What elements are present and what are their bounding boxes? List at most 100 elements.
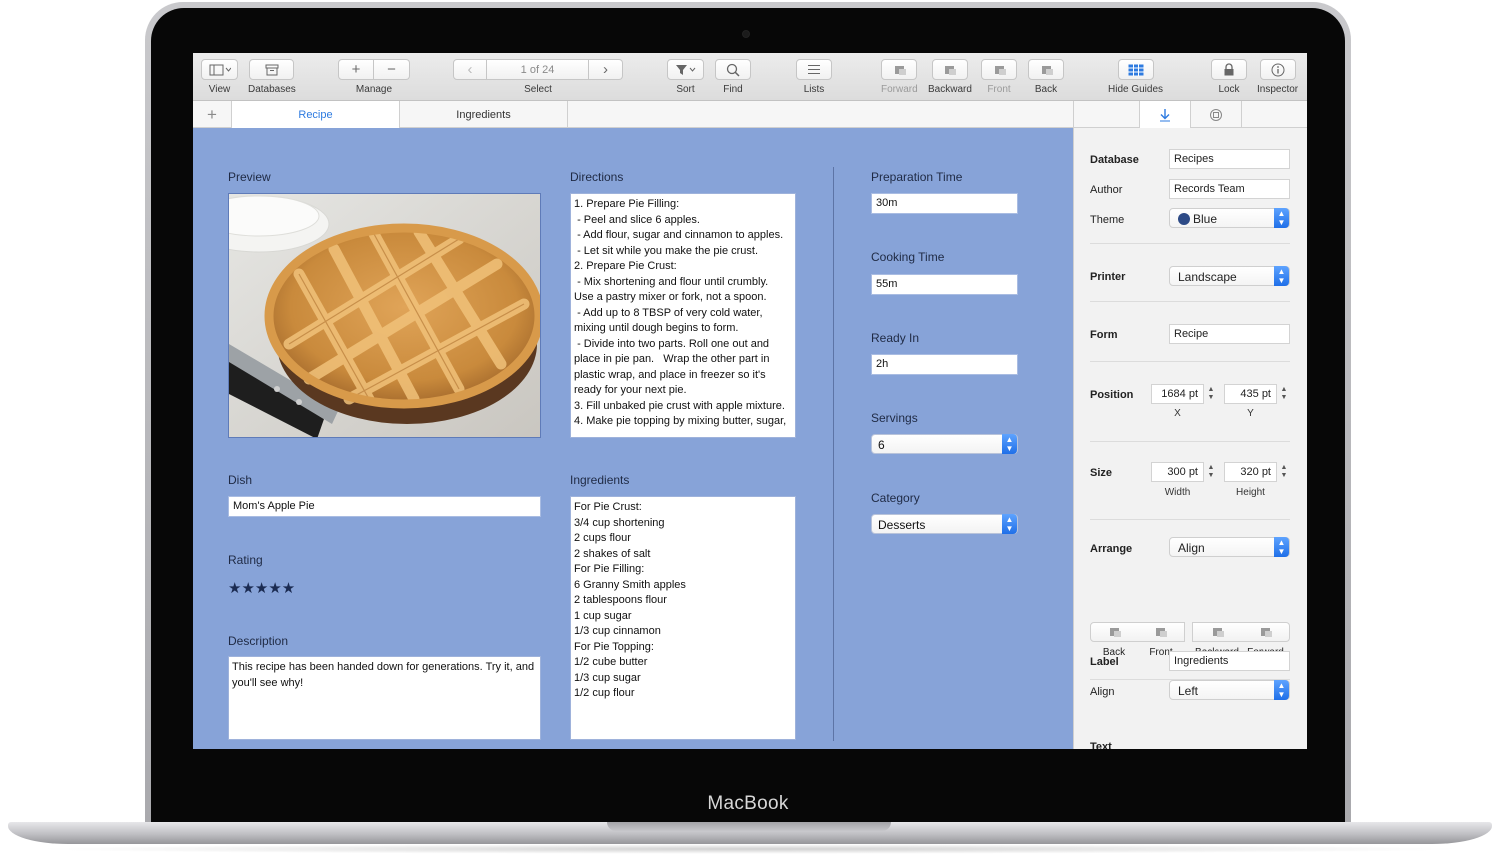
add-record-button[interactable]: + (338, 59, 374, 80)
lock-control[interactable]: Lock (1211, 59, 1247, 95)
cooking-time-field[interactable]: 55m (871, 274, 1018, 295)
position-x-stepper[interactable]: ▲ ▼ (1206, 384, 1216, 404)
database-field[interactable]: Recipes (1169, 149, 1290, 169)
find-button[interactable] (715, 59, 751, 80)
ready-in-field[interactable]: 2h (871, 354, 1018, 375)
lists-control[interactable]: Lists (796, 59, 832, 95)
separator (1090, 301, 1290, 302)
bring-forward-icon (894, 65, 906, 75)
theme-color-swatch (1178, 213, 1190, 225)
preview-label: Preview (228, 170, 271, 184)
device-brand: MacBook (707, 793, 789, 814)
databases-control[interactable]: Databases (248, 59, 296, 95)
theme-label: Theme (1090, 214, 1125, 226)
align-select[interactable]: Left ▲ ▼ (1169, 680, 1290, 700)
arrange-dropdown-icon: ▲ ▼ (1274, 537, 1289, 557)
rating-stars[interactable]: ★★★★★ (228, 579, 295, 597)
inspector-tabs (1074, 101, 1307, 128)
form-label: Form (1090, 329, 1118, 341)
bring-to-front-icon (1156, 628, 1167, 637)
prep-time-label: Preparation Time (871, 170, 963, 184)
separator (1090, 441, 1290, 442)
laptop-shadow (30, 844, 1470, 854)
add-tab-button[interactable]: + (193, 101, 232, 128)
tab-recipe[interactable]: Recipe (232, 101, 400, 128)
height-field[interactable]: 320 pt (1224, 462, 1277, 482)
view-control[interactable]: View (201, 59, 238, 95)
tab-extra[interactable] (1241, 101, 1292, 128)
category-value: Desserts (878, 518, 926, 532)
position-y-field[interactable]: 435 pt (1224, 384, 1277, 404)
app-window: View Databases + − Manage ‹ 1 of 24 › Se… (193, 53, 1307, 749)
lock-icon (1224, 63, 1234, 76)
separator (1090, 243, 1290, 244)
printer-value: Landscape (1178, 270, 1237, 284)
forward-label: Forward (881, 84, 918, 95)
prep-time-field[interactable]: 30m (871, 193, 1018, 214)
hide-guides-control[interactable]: Hide Guides (1108, 59, 1163, 95)
backward-label: Backward (928, 84, 972, 95)
width-stepper[interactable]: ▲ ▼ (1206, 462, 1216, 482)
back-label: Back (1034, 84, 1058, 95)
apple-pie-image (229, 194, 540, 437)
printer-dropdown-icon: ▲ ▼ (1274, 266, 1289, 286)
theme-select[interactable]: Blue ▲ ▼ (1169, 208, 1290, 228)
arrange-front-button[interactable] (1137, 622, 1185, 642)
front-control[interactable]: Front (981, 59, 1017, 95)
dish-field[interactable]: Mom's Apple Pie (228, 496, 541, 517)
separator (1090, 361, 1290, 362)
arrange-forward-button[interactable] (1241, 622, 1290, 642)
record-counter: 1 of 24 (487, 59, 589, 80)
arrange-back-button[interactable] (1090, 622, 1138, 642)
position-y-stepper[interactable]: ▲ ▼ (1279, 384, 1289, 404)
arrange-backward-button[interactable] (1192, 622, 1242, 642)
tab-arrange[interactable] (1190, 101, 1241, 128)
front-label: Front (987, 84, 1011, 95)
backward-control[interactable]: Backward (928, 59, 972, 95)
databases-button[interactable] (249, 59, 295, 80)
inspector-button[interactable] (1259, 59, 1296, 80)
hide-guides-label: Hide Guides (1108, 84, 1164, 95)
width-field[interactable]: 300 pt (1151, 462, 1204, 482)
sort-control[interactable]: Sort (667, 59, 704, 95)
position-x-field[interactable]: 1684 pt (1151, 384, 1204, 404)
lists-button[interactable] (796, 59, 832, 80)
author-field[interactable]: Records Team (1169, 179, 1290, 199)
remove-record-button[interactable]: − (374, 59, 410, 80)
tab-format[interactable] (1139, 101, 1190, 128)
back-control[interactable]: Back (1028, 59, 1064, 95)
forward-control[interactable]: Forward (881, 59, 918, 95)
hide-guides-button[interactable] (1117, 59, 1154, 80)
sort-button[interactable] (667, 59, 704, 80)
ingredients-field[interactable]: For Pie Crust: 3/4 cup shortening 2 cups… (570, 496, 796, 740)
next-record-button[interactable]: › (589, 59, 623, 80)
printer-select[interactable]: Landscape ▲ ▼ (1169, 266, 1290, 286)
forward-button[interactable] (881, 59, 918, 80)
pie-photo[interactable] (228, 193, 541, 438)
label-field[interactable]: Ingredients (1169, 651, 1290, 671)
height-stepper[interactable]: ▲ ▼ (1279, 462, 1289, 482)
send-backward-icon (1212, 628, 1224, 637)
description-field[interactable]: This recipe has been handed down for gen… (228, 656, 541, 740)
find-control[interactable]: Find (715, 59, 751, 95)
previous-record-button[interactable]: ‹ (453, 59, 487, 80)
laptop-notch (607, 822, 891, 831)
manage-label: Manage (355, 84, 393, 95)
servings-select[interactable]: 6 ▲ ▼ (871, 434, 1018, 454)
theme-value: Blue (1193, 212, 1218, 226)
category-select[interactable]: Desserts ▲ ▼ (871, 514, 1018, 534)
arrange-select[interactable]: Align ▲ ▼ (1169, 537, 1290, 557)
directions-field[interactable]: 1. Prepare Pie Filling: - Peel and slice… (570, 193, 796, 438)
ingredients-label: Ingredients (570, 473, 630, 487)
ingredients-text: For Pie Crust: 3/4 cup shortening 2 cups… (574, 501, 686, 699)
lock-button[interactable] (1211, 59, 1247, 80)
servings-label: Servings (871, 411, 918, 425)
back-button[interactable] (1028, 59, 1064, 80)
record-counter-text: 1 of 24 (520, 63, 555, 76)
view-button[interactable] (201, 59, 238, 80)
form-field[interactable]: Recipe (1169, 324, 1290, 344)
front-button[interactable] (981, 59, 1017, 80)
backward-button[interactable] (931, 59, 968, 80)
inspector-control[interactable]: Inspector (1257, 59, 1298, 95)
tab-ingredients[interactable]: Ingredients (400, 101, 568, 128)
